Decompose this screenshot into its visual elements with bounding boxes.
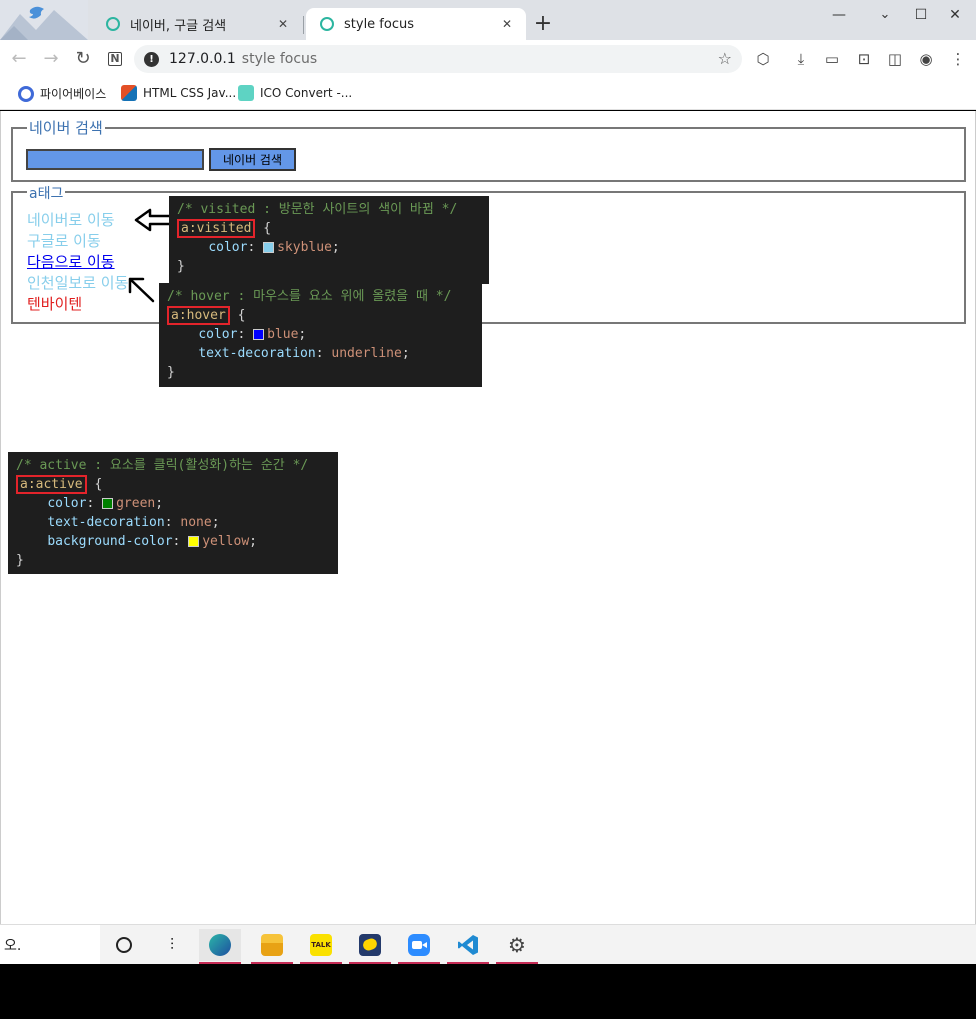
download-icon[interactable]: ⤓ — [791, 49, 811, 69]
code-brace: } — [177, 259, 185, 274]
screen-bottom-edge — [0, 964, 976, 1019]
globe-icon — [106, 17, 120, 31]
code-value: none — [180, 515, 212, 530]
tab-style-focus[interactable]: style focus ✕ — [306, 8, 526, 40]
address-host: 127.0.0.1 — [169, 51, 236, 67]
windows-taskbar: 오. ⫶ TALK ⚙ — [0, 924, 976, 965]
code-value: blue — [267, 327, 299, 342]
tab-title: style focus — [344, 16, 414, 32]
code-property: color — [198, 327, 238, 342]
code-brace: } — [16, 553, 24, 568]
code-property: text-decoration — [198, 346, 316, 361]
kakaotalk-icon[interactable]: TALK — [300, 929, 342, 965]
bookmark-label: HTML CSS Jav... — [143, 86, 237, 100]
cortana-icon[interactable] — [103, 929, 145, 961]
tab-naver-google-search[interactable]: 네이버, 구글 검색 ✕ — [92, 8, 302, 40]
search-fieldset: 네이버 검색 네이버 검색 — [11, 117, 966, 182]
notion-icon[interactable]: N — [104, 48, 126, 70]
bookmark-label: ICO Convert -... — [260, 86, 353, 100]
bookmark-html-css[interactable]: HTML CSS Jav... — [121, 85, 236, 101]
page-content: 네이버 검색 네이버 검색 a태그 네이버로 이동 구글로 이동 다음으로 이동… — [0, 111, 976, 924]
tab-separator — [303, 16, 304, 34]
code-snippet-visited: /* visited : 방문한 사이트의 색이 바뀜 */ a:visited… — [169, 196, 489, 284]
forward-icon[interactable]: → — [40, 48, 62, 70]
firebase-icon — [18, 85, 34, 102]
color-swatch-skyblue — [263, 242, 275, 253]
color-swatch-green — [102, 498, 114, 509]
code-brace: { — [229, 308, 246, 323]
code-selector: a:hover — [167, 306, 230, 325]
code-value: skyblue — [277, 240, 332, 255]
file-explorer-icon[interactable] — [251, 929, 293, 965]
ico-convert-icon — [238, 85, 254, 101]
link-google[interactable]: 구글로 이동 — [27, 231, 101, 251]
taskbar-search-box[interactable]: 오. — [0, 925, 100, 965]
bookmark-ico-convert[interactable]: ICO Convert -... — [238, 85, 352, 101]
color-swatch-blue — [253, 329, 265, 340]
code-value: underline — [331, 346, 402, 361]
back-icon[interactable]: ← — [8, 48, 30, 70]
menu-icon[interactable]: ⋮ — [948, 49, 968, 69]
code-selector: a:visited — [177, 219, 256, 238]
naver-search-button[interactable]: 네이버 검색 — [209, 148, 296, 171]
code-property: text-decoration — [47, 515, 165, 530]
html-css-icon — [121, 85, 137, 101]
bookmarks-bar: 파이어베이스 HTML CSS Jav... ICO Convert -... — [0, 78, 976, 110]
sticky-app-icon[interactable] — [349, 929, 391, 965]
whale-browser-icon[interactable] — [199, 929, 241, 965]
tab-close-icon[interactable]: ✕ — [502, 17, 512, 31]
extensions-icon[interactable]: ⬡ — [753, 49, 773, 69]
code-brace: { — [255, 221, 272, 236]
link-daum[interactable]: 다음으로 이동 — [27, 252, 115, 272]
bookmark-firebase[interactable]: 파이어베이스 — [18, 85, 106, 102]
code-snippet-hover: /* hover : 마우스를 요소 위에 올렸을 때 */ a:hover {… — [159, 283, 482, 387]
tab-close-icon[interactable]: ✕ — [278, 17, 288, 31]
code-brace: { — [86, 477, 103, 492]
close-window-button[interactable]: ✕ — [932, 2, 976, 28]
browser-toolbar: ← → ↻ N ! 127.0.0.1 style focus ☆ ⬡ ⤓ ▭ … — [0, 40, 976, 78]
code-comment: /* visited : 방문한 사이트의 색이 바뀜 */ — [177, 202, 458, 217]
bookmark-label: 파이어베이스 — [40, 87, 107, 101]
reload-icon[interactable]: ↻ — [72, 48, 94, 70]
code-brace: } — [167, 365, 175, 380]
link-incheon-ilbo[interactable]: 인천일보로 이동 — [27, 273, 128, 293]
address-bar[interactable]: ! 127.0.0.1 style focus ☆ — [134, 45, 742, 73]
code-comment: /* hover : 마우스를 요소 위에 올렸을 때 */ — [167, 289, 452, 304]
link-naver[interactable]: 네이버로 이동 — [27, 210, 115, 230]
code-selector: a:active — [16, 475, 87, 494]
browser-logo — [0, 0, 88, 40]
link-legend: a태그 — [27, 183, 66, 203]
zoom-icon[interactable] — [398, 929, 440, 965]
new-tab-button[interactable]: + — [533, 12, 553, 36]
profile-icon[interactable]: ◉ — [916, 49, 936, 69]
globe-icon — [320, 17, 334, 31]
minimize-button[interactable]: — — [816, 2, 862, 28]
code-property: background-color — [47, 534, 173, 549]
task-view-icon[interactable]: ⫶ — [151, 929, 193, 961]
code-snippet-active: /* active : 요소를 클릭(활성화)하는 순간 */ a:active… — [8, 452, 338, 574]
search-legend: 네이버 검색 — [27, 117, 105, 138]
search-input[interactable] — [26, 149, 204, 170]
link-10x10[interactable]: 텐바이텐 — [27, 294, 82, 314]
vscode-icon[interactable] — [447, 929, 489, 965]
tab-title: 네이버, 구글 검색 — [130, 18, 227, 34]
code-value: green — [116, 496, 156, 511]
code-value: yellow — [202, 534, 250, 549]
tab-strip: 네이버, 구글 검색 ✕ style focus ✕ + — ⌄ ☐ ✕ — [0, 0, 976, 40]
code-property: color — [47, 496, 87, 511]
code-comment: /* active : 요소를 클릭(활성화)하는 순간 */ — [16, 458, 309, 473]
camera-icon[interactable]: ▭ — [822, 49, 842, 69]
screenshot-icon[interactable]: ⊡ — [854, 49, 874, 69]
bookmark-star-icon[interactable]: ☆ — [718, 49, 732, 68]
arrow-left-icon — [134, 207, 174, 237]
side-panel-icon[interactable]: ◫ — [885, 49, 905, 69]
code-property: color — [208, 240, 248, 255]
color-swatch-yellow — [188, 536, 200, 547]
settings-gear-icon[interactable]: ⚙ — [496, 929, 538, 965]
address-path: style focus — [241, 51, 318, 67]
arrow-up-left-icon — [127, 276, 157, 308]
site-info-icon[interactable]: ! — [144, 51, 159, 67]
